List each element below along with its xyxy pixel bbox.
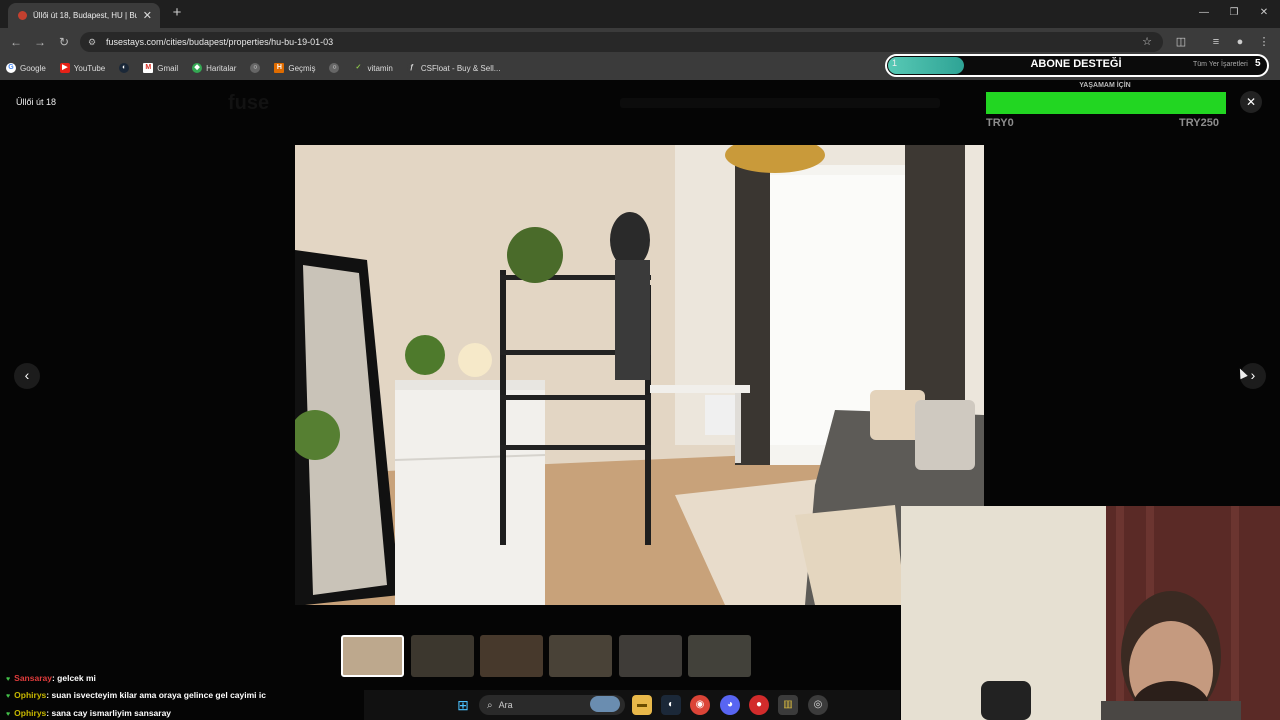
bookmark-youtube[interactable]: ▶ YouTube: [59, 63, 105, 73]
chrome-icon[interactable]: ◉: [690, 695, 710, 715]
chat-text: : gelcek mi: [51, 673, 96, 683]
bookmark-vitamin[interactable]: ✓ vitamin: [353, 63, 393, 73]
room-photo: [295, 145, 984, 605]
new-tab-button[interactable]: +: [168, 4, 186, 22]
chat-text: : suan isvecteyim kilar ama oraya gelinc…: [46, 690, 266, 700]
thumbnail-6[interactable]: [688, 635, 751, 677]
globe-icon: ○: [329, 63, 340, 73]
site-info-icon[interactable]: ⚙: [88, 37, 102, 48]
minimize-icon[interactable]: —: [1194, 5, 1214, 21]
chat-badge-icon: ♥: [6, 676, 11, 683]
url-text: fusestays.com/cities/budapest/properties…: [106, 37, 334, 47]
history-icon: H: [274, 63, 285, 73]
favicon-icon: [18, 11, 27, 20]
search-highlight-icon: [590, 696, 620, 712]
restore-icon[interactable]: ❐: [1224, 5, 1244, 21]
globe-icon: ○: [250, 63, 261, 73]
bookmark-history[interactable]: H Geçmiş: [274, 63, 315, 73]
app-icon-chart[interactable]: ▥: [778, 695, 798, 715]
donation-goal-max: TRY250: [1179, 117, 1219, 129]
file-explorer-icon[interactable]: ▬: [632, 695, 652, 715]
previous-photo-button[interactable]: ‹: [14, 363, 40, 389]
tab-close-icon[interactable]: ✕: [143, 9, 152, 22]
donation-goal-title: YAŞAMAM İÇİN: [1079, 82, 1131, 89]
media-control-icon[interactable]: ≡: [1208, 34, 1224, 50]
gmail-icon: M: [143, 63, 154, 73]
thumbnail-5[interactable]: [619, 635, 682, 677]
taskbar-search-label: Ara: [498, 700, 513, 710]
bookmark-globe[interactable]: ○: [250, 63, 261, 73]
extensions-icon[interactable]: ◫: [1173, 34, 1189, 50]
donation-goal-bar: [986, 92, 1226, 114]
bookmark-steam[interactable]: ◐: [119, 63, 130, 73]
chat-username: Ophirys: [14, 690, 47, 700]
thumbnail-2[interactable]: [411, 635, 474, 677]
webcam-overlay: [901, 506, 1280, 720]
gallery-close-button[interactable]: ✕: [1240, 91, 1262, 113]
window-close-icon[interactable]: ✕: [1254, 5, 1274, 21]
csfloat-icon: ƒ: [406, 63, 417, 73]
chat-message: ♥ Sansaray: gelcek mi: [6, 673, 96, 683]
site-logo: fuse: [228, 92, 270, 114]
bookmark-globe-2[interactable]: ○: [329, 63, 340, 73]
obs-icon[interactable]: ◎: [808, 695, 828, 715]
sub-goal-current: 1: [892, 58, 898, 68]
chat-username: Sansaray: [14, 673, 52, 683]
donation-goal-min: TRY0: [986, 117, 1014, 129]
site-nav-dimmed: [620, 98, 940, 108]
bookmark-csfloat[interactable]: ƒ CSFloat - Buy & Sell...: [406, 63, 500, 73]
chat-username: Ophirys: [14, 708, 47, 718]
chat-badge-icon: ♥: [6, 693, 11, 700]
webcam-feed: [901, 506, 1280, 720]
sub-goal-target: 5: [1255, 58, 1261, 69]
thumbnail-1[interactable]: [341, 635, 404, 677]
search-icon: ⌕: [487, 699, 493, 711]
tab-strip: [0, 0, 1280, 28]
sub-goal-title: ABONE DESTEĞİ: [1030, 58, 1122, 70]
bookmark-star-icon[interactable]: ☆: [1139, 34, 1155, 50]
maps-icon: ◆: [192, 63, 203, 73]
bookmark-maps[interactable]: ◆ Haritalar: [192, 63, 236, 73]
windows-start-icon[interactable]: ⊞: [453, 695, 473, 715]
bookmark-gmail[interactable]: M Gmail: [143, 63, 178, 73]
discord-icon[interactable]: ◕: [720, 695, 740, 715]
menu-icon[interactable]: ⋮: [1256, 34, 1272, 50]
chat-text: : sana cay ismarliyim sansaray: [46, 708, 172, 718]
thumbnail-4[interactable]: [549, 635, 612, 677]
bookmark-google[interactable]: G Google: [6, 63, 46, 73]
browser-tab[interactable]: Üllői út 18, Budapest, HU | Buda ✕: [8, 3, 160, 28]
forward-icon[interactable]: →: [32, 34, 48, 50]
vitamin-icon: ✓: [353, 63, 364, 73]
app-icon-red[interactable]: ●: [749, 695, 769, 715]
steam-icon: ◐: [119, 63, 130, 73]
gallery-main-photo: [295, 145, 984, 605]
google-icon: G: [6, 63, 16, 73]
chat-message: ♥ Ophirys: suan isvecteyim kilar ama oray…: [6, 690, 266, 700]
chat-badge-icon: ♥: [6, 711, 11, 718]
youtube-icon: ▶: [59, 63, 70, 73]
chat-message: ♥ Ophirys: sana cay ismarliyim sansaray: [6, 708, 171, 718]
tab-title: Üllői út 18, Budapest, HU | Buda: [33, 11, 137, 20]
steam-icon[interactable]: ◐: [661, 695, 681, 715]
sub-goal-progress: [888, 57, 964, 74]
all-bookmarks[interactable]: Tüm Yer İşaretleri: [1193, 61, 1248, 68]
gallery-title: Üllői út 18: [16, 97, 57, 107]
thumbnail-3[interactable]: [480, 635, 543, 677]
reload-icon[interactable]: ↻: [56, 34, 72, 50]
profile-avatar-icon[interactable]: ●: [1232, 34, 1248, 50]
back-icon[interactable]: ←: [8, 34, 24, 50]
address-bar[interactable]: ⚙ fusestays.com/cities/budapest/properti…: [80, 32, 1163, 52]
